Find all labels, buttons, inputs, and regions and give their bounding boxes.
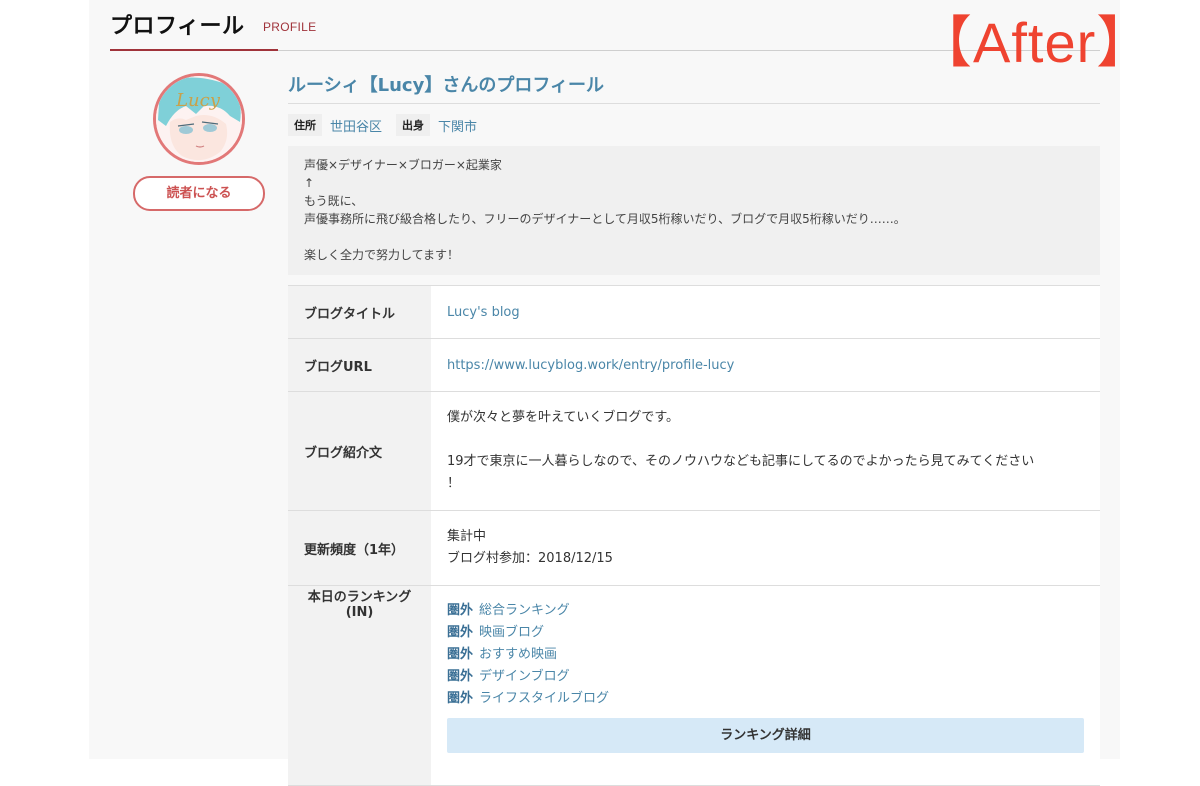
frequency-status: 集計中 — [447, 529, 487, 544]
meta-value-origin[interactable]: 下関市 — [438, 116, 477, 135]
table-row-frequency: 更新頻度（1年） 集計中 ブログ村参加：2018/12/15 — [288, 510, 1100, 586]
bio-line: 楽しく全力で努力してます！ — [304, 248, 460, 262]
header-accent-line — [110, 49, 278, 51]
table-row-blog-url: ブログURL https://www.lucyblog.work/entry/p… — [288, 338, 1100, 392]
ranking-category-link[interactable]: おすすめ映画 — [479, 647, 557, 662]
row-label: ブログ紹介文 — [288, 391, 431, 511]
bio-spacer — [304, 228, 1084, 246]
page-title: プロフィール — [110, 14, 245, 39]
ranking-category-link[interactable]: ライフスタイルブログ — [479, 691, 609, 706]
ranking-item[interactable]: 圏外 おすすめ映画 — [447, 644, 1084, 666]
ranking-item[interactable]: 圏外 デザインブログ — [447, 666, 1084, 688]
rank-value: 圏外 — [447, 647, 474, 662]
avatar[interactable]: Lucy — [153, 73, 245, 165]
blog-url-link[interactable]: https://www.lucyblog.work/entry/profile-… — [447, 358, 734, 373]
meta-label-origin: 出身 — [396, 114, 431, 136]
ranking-label: 本日のランキング — [307, 590, 412, 605]
avatar-illustration: Lucy — [156, 76, 242, 162]
blog-info-table: ブログタイトル Lucy's blog ブログURL https://www.l… — [288, 285, 1100, 786]
bio-line: ↑ — [304, 176, 315, 190]
meta-value-address[interactable]: 世田谷区 — [330, 116, 382, 135]
join-date: ブログ村参加：2018/12/15 — [447, 551, 613, 566]
ranking-detail-button[interactable]: ランキング詳細 — [447, 718, 1084, 753]
ranking-category-link[interactable]: 映画ブログ — [479, 625, 544, 640]
profile-title-divider — [288, 103, 1100, 104]
table-row-blog-title: ブログタイトル Lucy's blog — [288, 285, 1100, 339]
ranking-category-link[interactable]: 総合ランキング — [479, 603, 570, 618]
row-label: ブログタイトル — [288, 285, 431, 339]
row-label: 更新頻度（1年） — [288, 510, 431, 586]
table-row-blog-intro: ブログ紹介文 僕が次々と夢を叶えていくブログです。 19才で東京に一人暮らしなの… — [288, 391, 1100, 511]
row-label: ブログURL — [288, 338, 431, 392]
rank-value: 圏外 — [447, 625, 474, 640]
rank-value: 圏外 — [447, 691, 474, 706]
bio-line: 声優事務所に飛び級合格したり、フリーのデザイナーとして月収5桁稼いだり、ブログで… — [304, 212, 906, 226]
meta-label-address: 住所 — [288, 114, 322, 136]
ranking-category-link[interactable]: デザインブログ — [479, 669, 570, 684]
ranking-label-sub: (IN) — [345, 605, 374, 620]
ranking-item[interactable]: 圏外 映画ブログ — [447, 622, 1084, 644]
table-row-ranking: 本日のランキング (IN) 圏外 総合ランキング 圏外 映画ブログ 圏外 おすすめ映画… — [288, 585, 1100, 786]
profile-meta: 住所 世田谷区 出身 下関市 — [288, 114, 491, 136]
rank-value: 圏外 — [447, 669, 474, 684]
row-label-ranking: 本日のランキング (IN) — [288, 585, 431, 786]
ranking-item[interactable]: 圏外 ライフスタイルブログ — [447, 688, 1084, 710]
section-header: プロフィール PROFILE 【After】 — [0, 0, 1200, 74]
profile-bio: 声優×デザイナー×ブロガー×起業家 ↑ もう既に、 声優事務所に飛び級合格したり… — [288, 146, 1100, 275]
profile-title: ルーシィ【Lucy】さんのプロフィール — [288, 75, 604, 96]
after-stamp: 【After】 — [916, 11, 1154, 74]
bio-line: 声優×デザイナー×ブロガー×起業家 — [304, 158, 502, 172]
follow-button[interactable]: 読者になる — [133, 176, 265, 211]
intro-line: 僕が次々と夢を叶えていくブログです。 — [447, 410, 680, 425]
avatar-signature: Lucy — [175, 90, 221, 111]
page-subtitle: PROFILE — [263, 20, 317, 34]
intro-line: ！ — [447, 476, 461, 491]
intro-line: 19才で東京に一人暮らしなので、そのノウハウなども記事にしてるのでよかったら見て… — [447, 454, 1035, 469]
intro-spacer — [447, 429, 1084, 451]
blog-title-link[interactable]: Lucy's blog — [447, 305, 520, 320]
ranking-item[interactable]: 圏外 総合ランキング — [447, 600, 1084, 622]
rank-value: 圏外 — [447, 603, 474, 618]
bio-line: もう既に、 — [304, 194, 364, 208]
